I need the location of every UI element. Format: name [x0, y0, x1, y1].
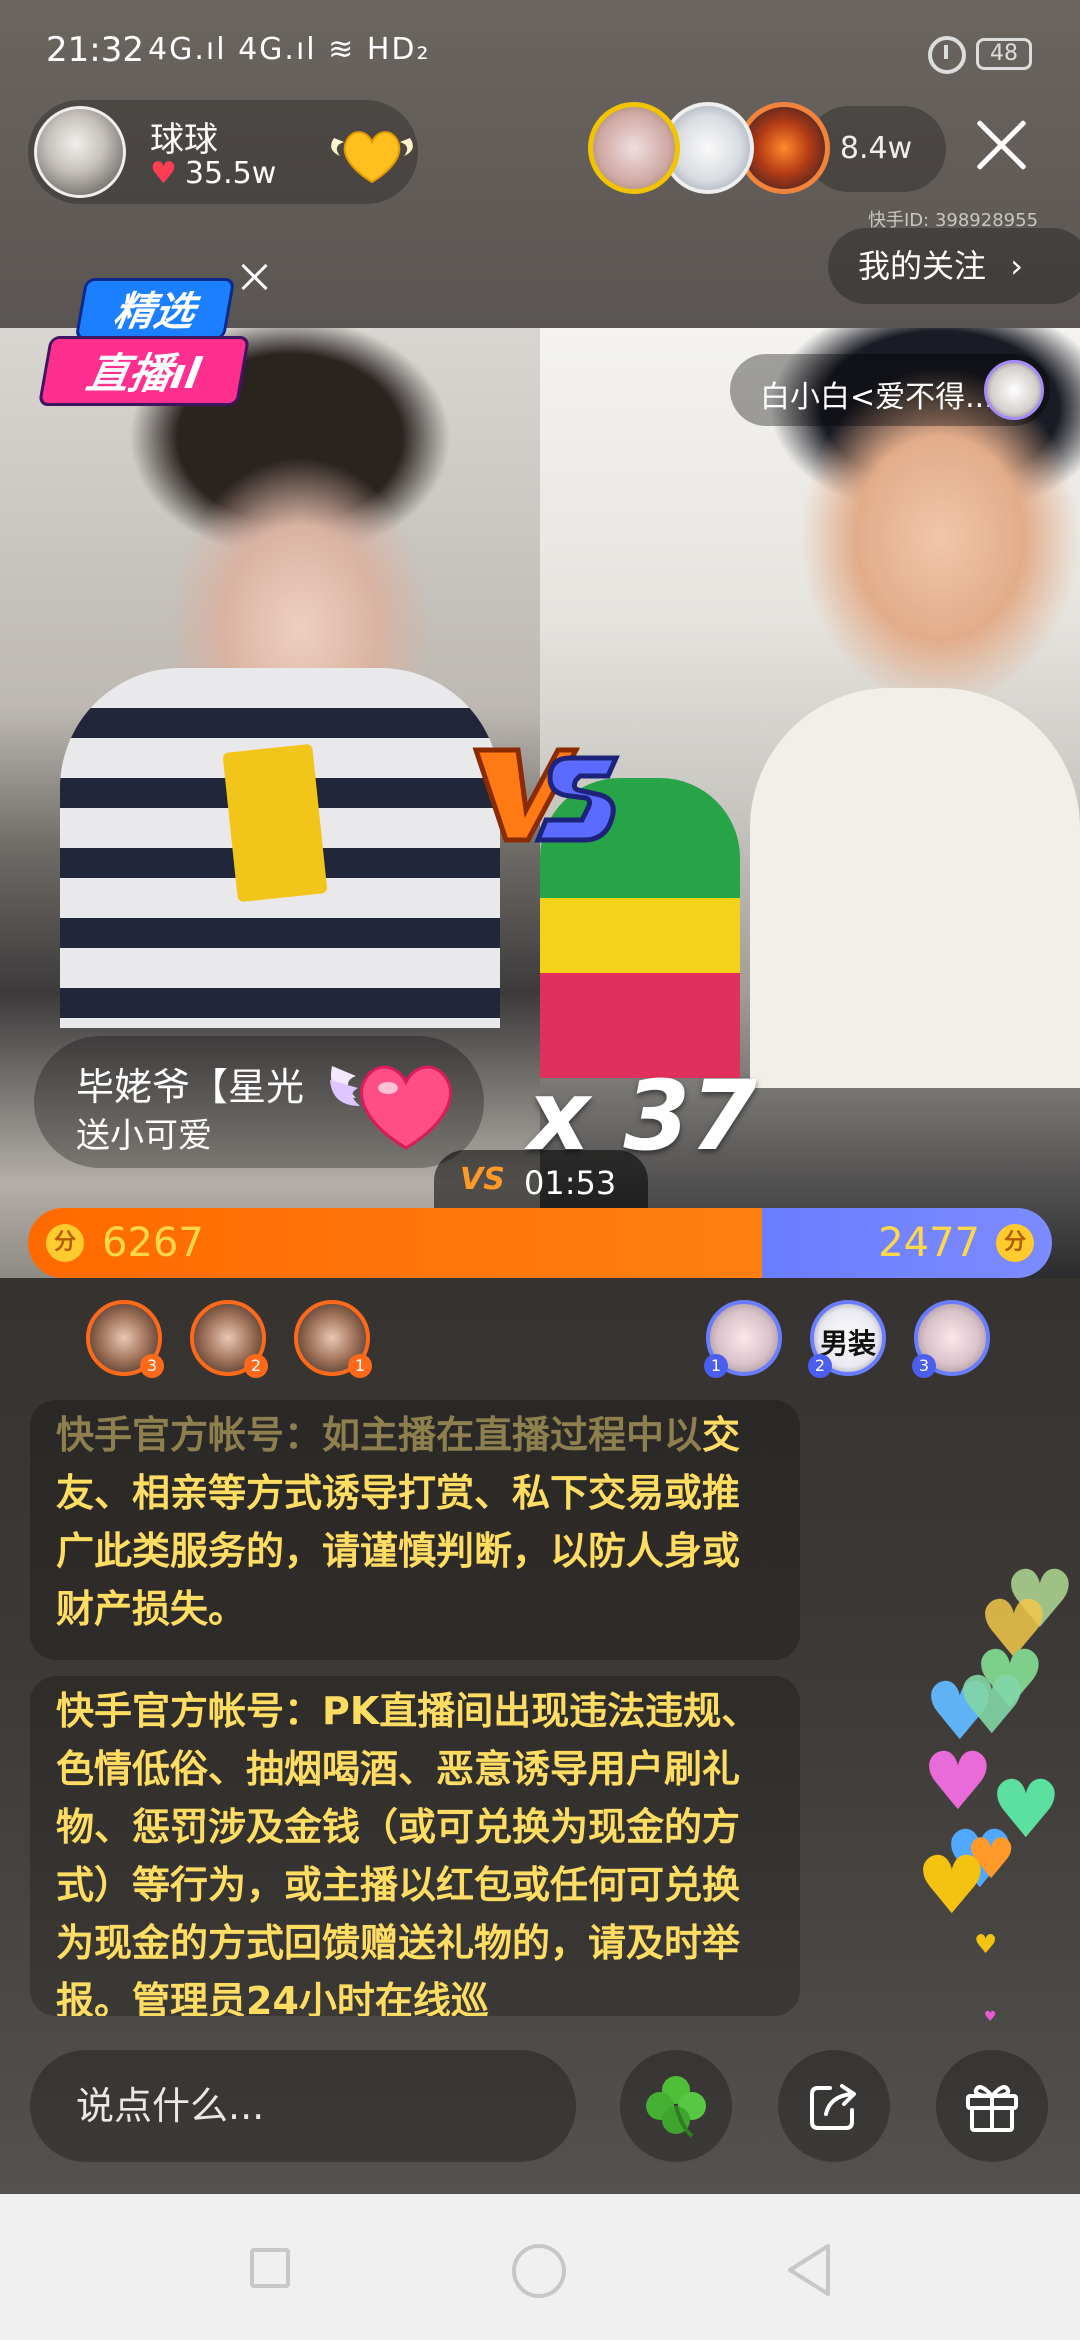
- my-follows-button[interactable]: 我的关注 ›: [828, 228, 1080, 304]
- left-top-gifter-avatar[interactable]: 1: [294, 1300, 372, 1378]
- heart-icon: ♥: [956, 1659, 1028, 1752]
- host-avatar[interactable]: [34, 106, 126, 198]
- pk-score-bar: 分 6267 2477 分: [28, 1208, 1052, 1278]
- opponent-name: 白小白<爱不得...: [760, 380, 994, 415]
- my-follows-label: 我的关注: [858, 247, 987, 285]
- share-icon: [810, 2084, 856, 2130]
- heart-icon: ♥: [974, 1930, 998, 1960]
- rank-number: 1: [348, 1354, 372, 1378]
- fan-club-heart-icon[interactable]: [326, 116, 418, 188]
- rank-number: 2: [244, 1354, 268, 1378]
- clover-icon: [646, 2076, 706, 2138]
- rank-number: 3: [912, 1354, 936, 1378]
- alarm-icon: [928, 36, 966, 74]
- left-top-gifter-avatar[interactable]: 3: [86, 1300, 164, 1378]
- chevron-right-icon: ›: [1010, 247, 1023, 285]
- heart-icon: ♥: [916, 1839, 988, 1932]
- heart-icon: ♥: [984, 2009, 997, 2025]
- host-video-drink: [222, 743, 328, 903]
- comment-input[interactable]: [30, 2050, 576, 2162]
- battery-icon: 48: [976, 38, 1032, 70]
- chat-message: 快手官方帐号：PK直播间出现违法违规、色情低俗、抽烟喝酒、恶意诱导用户刷礼物、惩…: [30, 1676, 800, 2016]
- rank-number: 2: [808, 1354, 832, 1378]
- rank-number: 1: [704, 1354, 728, 1378]
- left-top-gifter-avatar[interactable]: 2: [190, 1300, 268, 1378]
- gifter-avatar-label: 男装: [820, 1327, 877, 1360]
- viewer-avatar[interactable]: [588, 102, 680, 194]
- right-top-gifter-avatar[interactable]: 1: [704, 1300, 782, 1378]
- featured-live-badge[interactable]: 精选 直播ıl: [36, 270, 256, 420]
- close-icon[interactable]: [972, 116, 1030, 174]
- host-likes-count: 35.5w: [184, 156, 277, 191]
- vs-icon: [472, 747, 620, 843]
- right-score-value: 2477: [878, 1220, 980, 1266]
- chat-message-text: 快手官方帐号：PK直播间出现违法违规、色情低俗、抽烟喝酒、恶意诱导用户刷礼物、惩…: [56, 1689, 760, 2016]
- opponent-avatar[interactable]: [984, 360, 1044, 420]
- status-time: 21:32: [46, 30, 144, 70]
- pk-timer: VS 01:53: [434, 1150, 648, 1212]
- rank-number: 3: [140, 1354, 164, 1378]
- winged-heart-gift-icon: [330, 1065, 452, 1150]
- navigation-bar: [0, 2194, 1080, 2340]
- home-icon[interactable]: [512, 2244, 566, 2298]
- host-info[interactable]: 球球 ♥ 35.5w: [28, 100, 418, 204]
- host-likes: ♥ 35.5w: [150, 156, 276, 191]
- back-icon[interactable]: [784, 2242, 834, 2298]
- score-coin-icon: 分: [46, 1224, 84, 1262]
- featured-badge-line1: 精选: [74, 278, 236, 340]
- score-coin-icon: 分: [996, 1224, 1034, 1262]
- status-bar: 21:32 4G.ıl 4G.ıl ≋ HD₂ 48: [0, 0, 1080, 100]
- share-button[interactable]: [778, 2050, 890, 2162]
- vs-small-icon: VS: [460, 1162, 505, 1197]
- featured-badge-line2: 直播ıl: [37, 336, 251, 406]
- opponent-info[interactable]: 白小白<爱不得...: [730, 354, 1050, 426]
- recent-apps-icon[interactable]: [250, 2248, 290, 2288]
- gift-icon: [966, 2085, 1018, 2132]
- right-top-gifter-avatar[interactable]: 男装 2: [808, 1300, 886, 1378]
- chat-message: 快手官方帐号：如主播在直播过程中以交友、相亲等方式诱导打赏、私下交易或推广此类服…: [30, 1400, 800, 1660]
- gift-sender-name: 毕姥爷【星光: [76, 1065, 305, 1109]
- network-signal-icon: 4G.ıl 4G.ıl ≋ HD₂: [148, 32, 431, 67]
- gift-action: 送小可爱: [76, 1116, 212, 1156]
- heart-icon: ♥: [922, 1735, 994, 1828]
- clover-button[interactable]: [620, 2050, 732, 2162]
- heart-icon: ♥: [150, 156, 177, 191]
- right-top-gifter-avatar[interactable]: 3: [912, 1300, 990, 1378]
- gift-button[interactable]: [936, 2050, 1048, 2162]
- host-name: 球球: [150, 120, 218, 160]
- chat-message-text: 快手官方帐号：如主播在直播过程中以: [56, 1413, 703, 1457]
- pk-timer-text: 01:53: [524, 1164, 617, 1202]
- left-score-value: 6267: [102, 1220, 204, 1266]
- opponent-video-figure: [750, 688, 1080, 1088]
